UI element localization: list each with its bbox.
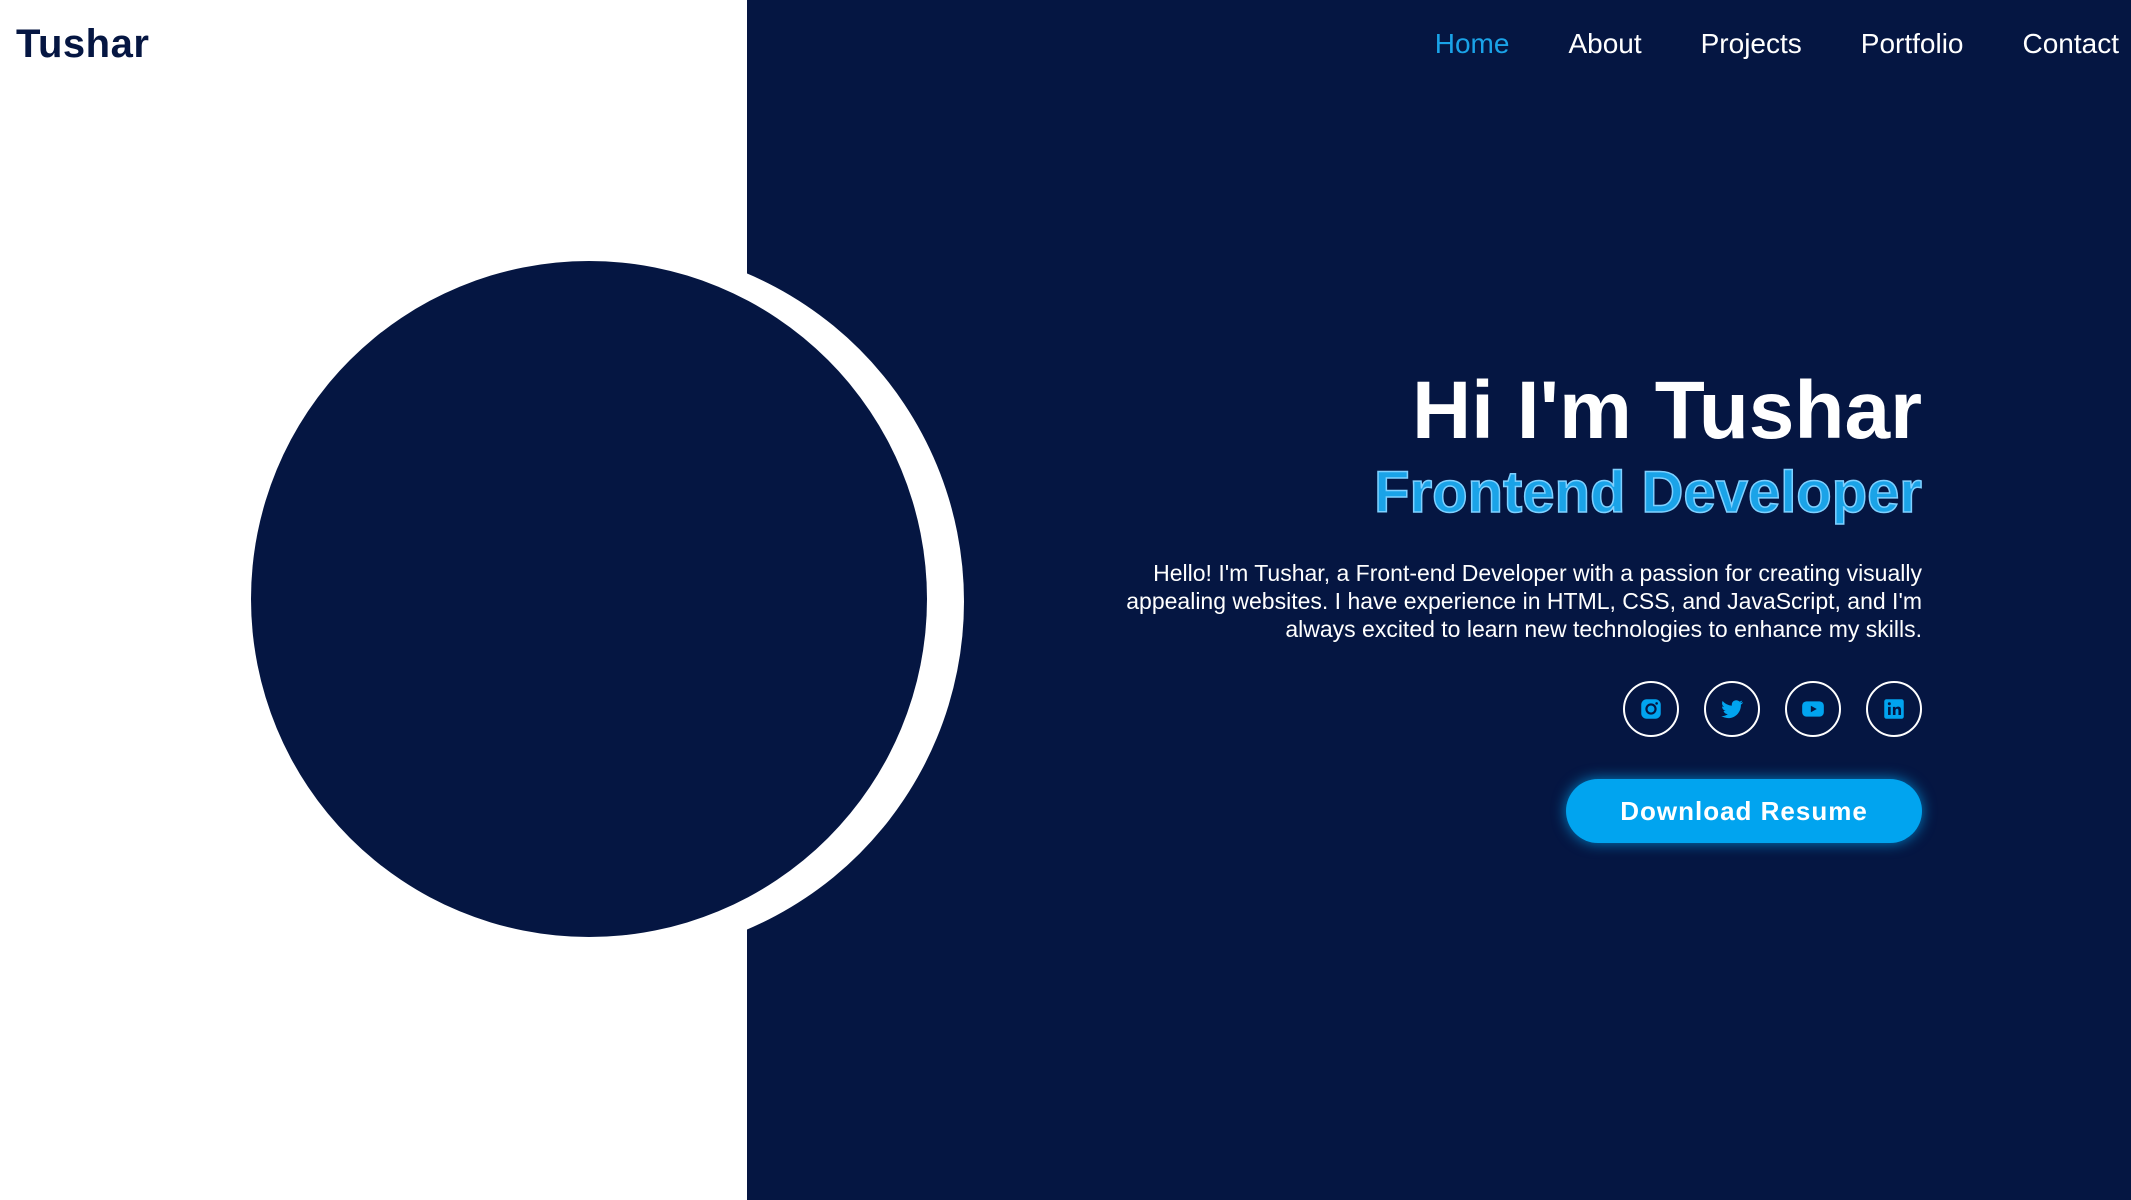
linkedin-link[interactable] bbox=[1866, 681, 1922, 737]
avatar bbox=[251, 261, 927, 937]
instagram-icon bbox=[1641, 699, 1661, 719]
hero-section: Hi I'm Tushar Frontend Developer Hello! … bbox=[1062, 365, 1923, 843]
linkedin-icon bbox=[1884, 699, 1904, 719]
youtube-icon bbox=[1802, 701, 1824, 717]
instagram-link[interactable] bbox=[1623, 681, 1679, 737]
download-resume-button[interactable]: Download Resume bbox=[1566, 779, 1922, 843]
twitter-icon bbox=[1721, 700, 1744, 719]
nav-contact[interactable]: Contact bbox=[2023, 28, 2120, 60]
social-links bbox=[1062, 681, 1922, 737]
hero-description: Hello! I'm Tushar, a Front-end Developer… bbox=[1126, 560, 1922, 642]
nav-about[interactable]: About bbox=[1568, 28, 1641, 60]
hero-title: Hi I'm Tushar bbox=[1411, 365, 1922, 456]
hero-subtitle: Frontend Developer bbox=[1373, 459, 1922, 526]
twitter-link[interactable] bbox=[1704, 681, 1760, 737]
nav-projects[interactable]: Projects bbox=[1701, 28, 1802, 60]
main-nav: Home About Projects Portfolio Contact bbox=[1435, 28, 2119, 60]
nav-portfolio[interactable]: Portfolio bbox=[1861, 28, 1964, 60]
brand-logo[interactable]: Tushar bbox=[16, 22, 149, 67]
youtube-link[interactable] bbox=[1785, 681, 1841, 737]
nav-home[interactable]: Home bbox=[1435, 28, 1510, 60]
